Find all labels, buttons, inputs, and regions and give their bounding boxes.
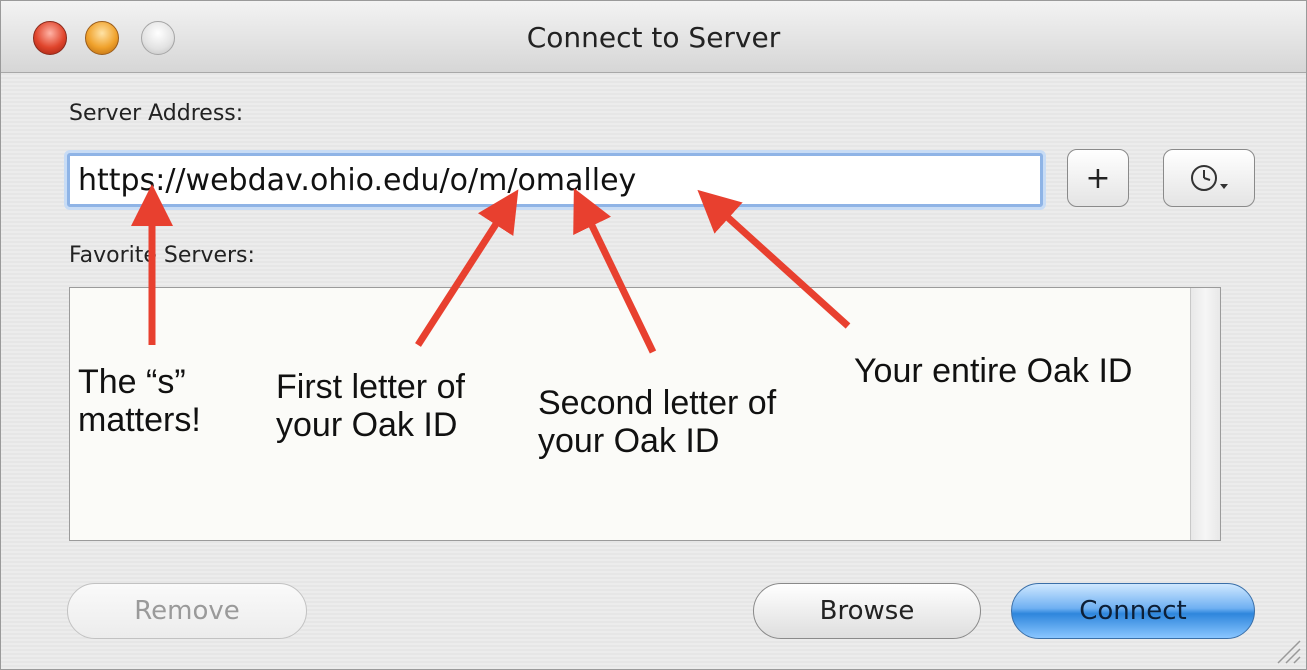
chevron-down-icon (1220, 184, 1228, 189)
server-address-label: Server Address: (69, 101, 244, 126)
window-title: Connect to Server (526, 21, 781, 54)
annotation-entire-id: Your entire Oak ID (854, 352, 1133, 390)
add-favorite-button[interactable]: + (1067, 149, 1129, 207)
plus-icon: + (1085, 160, 1111, 196)
list-scrollbar[interactable] (1190, 288, 1220, 540)
recent-servers-button[interactable] (1163, 149, 1255, 207)
connect-to-server-window: Connect to Server Server Address: + Favo… (0, 0, 1307, 670)
annotation-first-line1: First letter of (276, 368, 465, 406)
server-address-input[interactable] (67, 153, 1043, 207)
annotation-first-line2: your Oak ID (276, 406, 458, 444)
title-bar: Connect to Server (1, 1, 1306, 73)
connect-button[interactable]: Connect (1011, 583, 1255, 639)
annotation-s-line1: The “s” (78, 363, 186, 401)
annotation-s-line2: matters! (78, 401, 201, 439)
favorite-servers-label: Favorite Servers: (69, 243, 255, 268)
annotation-second-line2: your Oak ID (538, 422, 720, 460)
annotation-s-matters: The “s” matters! (78, 363, 201, 439)
browse-button[interactable]: Browse (753, 583, 981, 639)
resize-grip-icon[interactable] (1274, 637, 1302, 665)
annotation-second-line1: Second letter of (538, 384, 777, 422)
annotation-second-letter: Second letter of your Oak ID (538, 384, 776, 460)
annotation-first-letter: First letter of your Oak ID (276, 368, 465, 444)
clock-icon (1191, 165, 1228, 191)
remove-button: Remove (67, 583, 307, 639)
